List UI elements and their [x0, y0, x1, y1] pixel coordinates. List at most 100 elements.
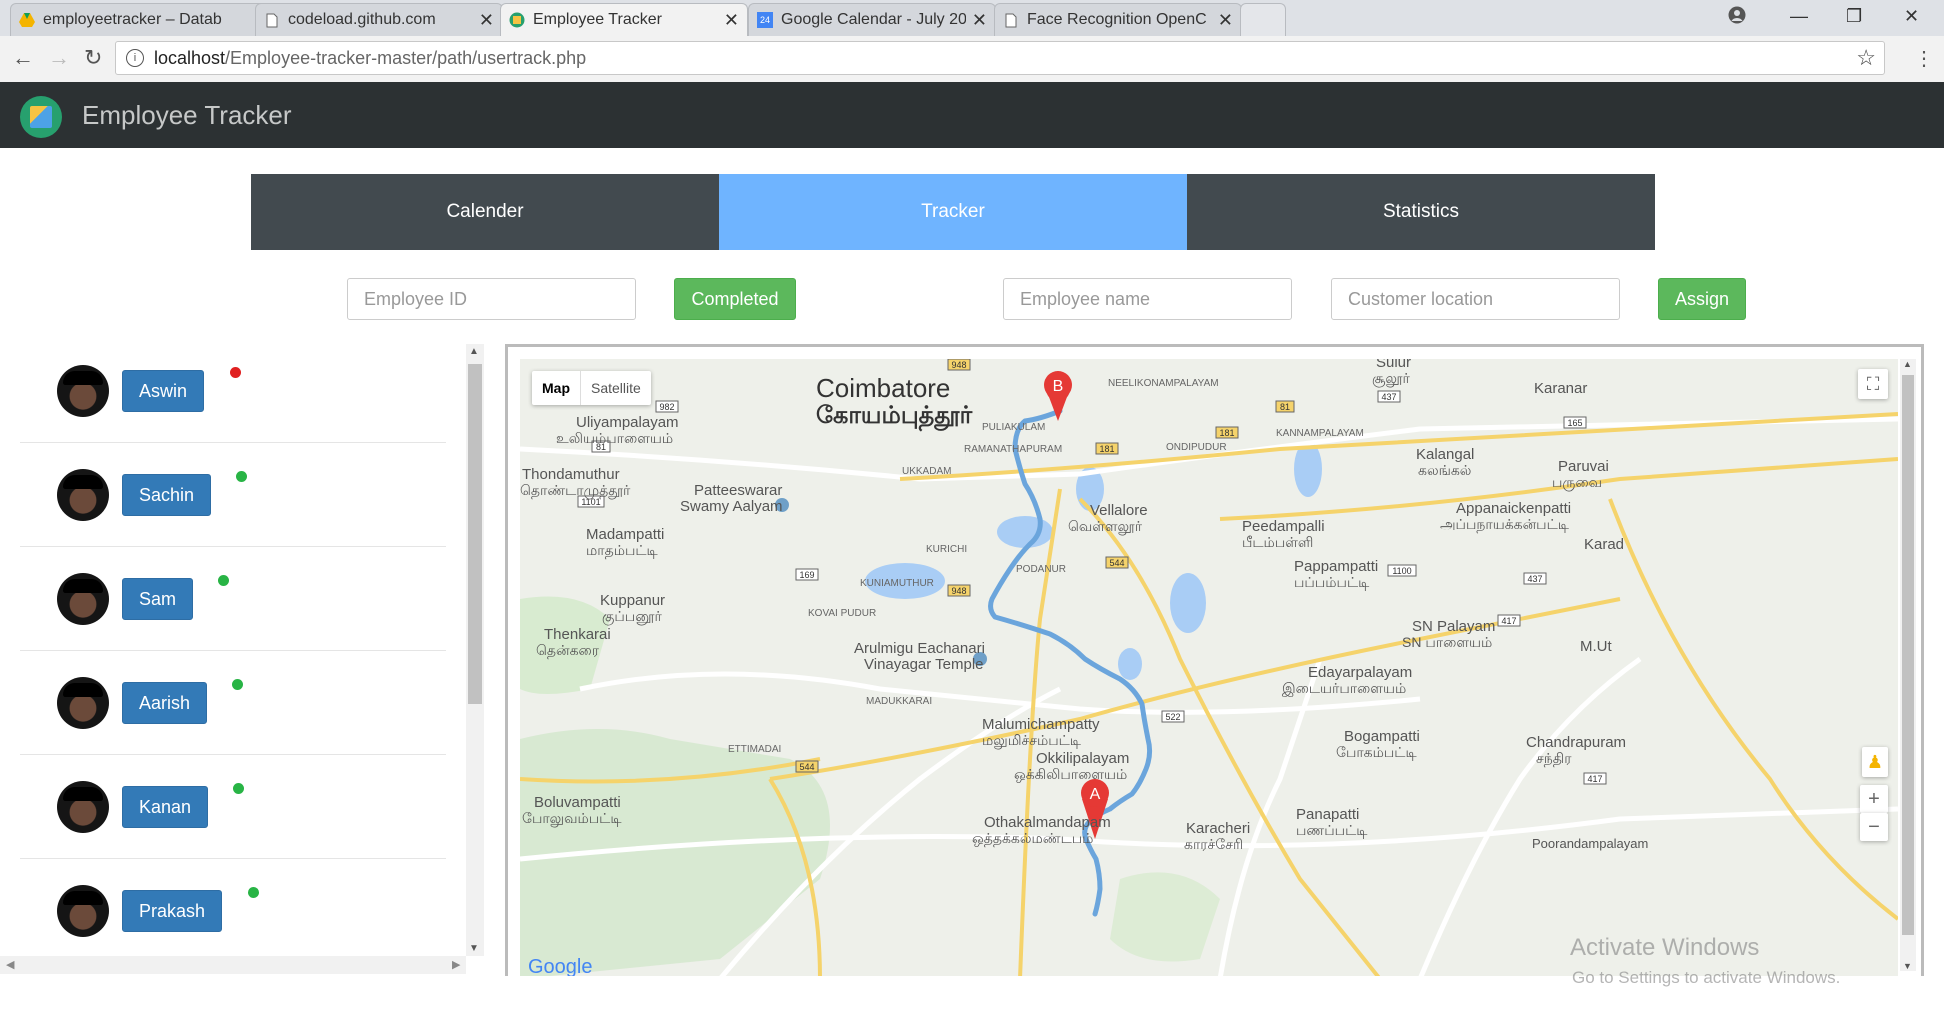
site-icon	[509, 12, 525, 28]
status-dot	[248, 887, 259, 898]
list-horizontal-scrollbar[interactable]: ◀ ▶	[0, 956, 466, 974]
place-label: SN பாளையம்	[1402, 634, 1493, 650]
place-label: பீடம்பள்ளி	[1242, 534, 1314, 550]
place-label: ஒத்தக்கல்மண்டபம்	[972, 830, 1094, 846]
avatar	[57, 677, 109, 729]
map-type-satellite-button[interactable]: Satellite	[581, 371, 651, 405]
employee-button[interactable]: Kanan	[122, 786, 209, 828]
place-label: KURICHI	[926, 544, 968, 555]
zoom-out-button[interactable]: −	[1860, 813, 1888, 841]
street-view-pegman-icon[interactable]: ♟	[1862, 747, 1888, 777]
employee-name-input[interactable]: Employee name	[1003, 278, 1292, 320]
route-shield: 1100	[1392, 566, 1411, 576]
avatar	[57, 781, 109, 833]
close-icon[interactable]: ✕	[479, 10, 494, 31]
place-label: அப்பநாயக்கன்பட்டி	[1440, 516, 1569, 532]
place-label: Thenkarai	[544, 626, 611, 643]
browser-tab-2[interactable]: codeload.github.com ✕	[255, 3, 503, 36]
close-icon[interactable]: ✕	[724, 10, 739, 31]
reload-icon[interactable]: ↻	[84, 45, 102, 71]
place-label: Patteeswarar	[694, 482, 783, 499]
scroll-left-icon[interactable]: ◀	[6, 958, 14, 971]
profile-icon[interactable]	[1728, 6, 1746, 29]
browser-tab-5[interactable]: Face Recognition OpenC ✕	[994, 3, 1242, 36]
browser-tab-4[interactable]: 24 Google Calendar - July 20 ✕	[748, 3, 996, 36]
browser-tab-bar: employeetracker – Datab ✕ codeload.githu…	[0, 0, 1944, 36]
avatar	[57, 885, 109, 937]
scroll-up-icon[interactable]: ▲	[1903, 359, 1912, 369]
employee-button[interactable]: Aswin	[122, 370, 205, 412]
url-field[interactable]: i localhost/Employee-tracker-master/path…	[115, 41, 1885, 75]
zoom-in-button[interactable]: +	[1860, 785, 1888, 813]
place-label: Edayarpalayam	[1308, 664, 1413, 681]
scroll-right-icon[interactable]: ▶	[452, 958, 460, 971]
place-label: Uliyampalayam	[576, 414, 679, 431]
employee-button[interactable]: Aarish	[122, 682, 208, 724]
scroll-down-icon[interactable]: ▼	[469, 943, 479, 954]
place-label: மாதம்பட்டி	[586, 542, 658, 558]
map[interactable]: 982 81 1101 169 948 181 544 1100 437 417…	[520, 359, 1898, 976]
place-label: SN Palayam	[1412, 618, 1496, 635]
place-label: போலுவம்பட்டி	[522, 810, 622, 826]
employee-button[interactable]: Sam	[122, 578, 194, 620]
route-shield: 437	[1381, 392, 1396, 402]
list-vertical-scrollbar[interactable]: ▲ ▼	[466, 344, 484, 956]
url-host: localhost	[154, 48, 226, 68]
tab-calender[interactable]: Calender	[251, 174, 719, 250]
close-icon[interactable]: ✕	[972, 10, 987, 31]
place-label: ETTIMADAI	[728, 744, 782, 755]
place-label: PODANUR	[1016, 564, 1067, 575]
window-close-icon[interactable]: ✕	[1904, 6, 1919, 27]
scroll-down-icon[interactable]: ▼	[1903, 961, 1912, 971]
place-label: சந்திர	[1536, 750, 1572, 766]
place-label: KANNAMPALAYAM	[1276, 428, 1364, 439]
activate-windows-watermark: Activate Windows	[1570, 934, 1760, 961]
google-logo: Google	[528, 956, 593, 976]
info-icon[interactable]: i	[126, 49, 144, 67]
minimize-icon[interactable]: —	[1790, 6, 1808, 27]
browser-tab-3[interactable]: Employee Tracker ✕	[500, 3, 748, 36]
employee-button[interactable]: Prakash	[122, 890, 223, 932]
maximize-icon[interactable]: ❐	[1846, 6, 1862, 27]
route-shield: 169	[799, 570, 814, 580]
place-label: Vinayagar Temple	[864, 656, 984, 673]
scroll-up-icon[interactable]: ▲	[469, 346, 479, 357]
status-dot	[230, 367, 241, 378]
back-icon[interactable]: ←	[12, 45, 34, 71]
route-shield: 181	[1099, 444, 1114, 454]
employee-list: Aswin Sachin Sam Aarish Kanan Prakash	[0, 340, 466, 980]
new-tab-button[interactable]	[1240, 3, 1286, 36]
place-label: ஒக்கிலிபாளையம்	[1014, 766, 1128, 782]
place-label: பணப்பட்டி	[1296, 822, 1368, 838]
map-type-map-button[interactable]: Map	[532, 371, 581, 405]
scroll-thumb[interactable]	[468, 364, 482, 704]
customer-location-input[interactable]: Customer location	[1331, 278, 1620, 320]
status-dot	[218, 575, 229, 586]
fullscreen-icon[interactable]: ⛶	[1858, 369, 1888, 399]
employee-button[interactable]: Sachin	[122, 474, 212, 516]
forward-icon[interactable]: →	[48, 45, 70, 71]
place-label: Karad	[1584, 536, 1625, 553]
route-shield: 522	[1165, 712, 1180, 722]
map-vertical-scrollbar[interactable]: ▲ ▼	[1900, 359, 1916, 971]
bookmark-star-icon[interactable]: ☆	[1856, 45, 1876, 71]
browser-tab-label: Face Recognition OpenC	[1027, 11, 1207, 28]
place-label: Panapatti	[1296, 806, 1360, 823]
route-shield: 1101	[581, 497, 600, 507]
address-bar: ← → ↻ i localhost/Employee-tracker-maste…	[0, 36, 1944, 83]
employee-id-input[interactable]: Employee ID	[347, 278, 636, 320]
place-label: மலுமிச்சம்பட்டி	[982, 732, 1081, 748]
place-label: Madampatti	[586, 526, 665, 543]
tab-statistics[interactable]: Statistics	[1187, 174, 1655, 250]
place-label: போகம்பட்டி	[1336, 744, 1417, 760]
route-shield: 544	[1109, 558, 1124, 568]
close-icon[interactable]: ✕	[1218, 10, 1233, 31]
assign-button[interactable]: Assign	[1658, 278, 1746, 320]
calendar-icon: 24	[757, 12, 773, 28]
avatar	[57, 469, 109, 521]
tab-tracker[interactable]: Tracker	[719, 174, 1187, 250]
place-label: Thondamuthur	[522, 466, 620, 483]
scroll-thumb[interactable]	[1902, 375, 1914, 935]
completed-button[interactable]: Completed	[674, 278, 796, 320]
browser-menu-icon[interactable]: ⋮	[1914, 46, 1934, 71]
